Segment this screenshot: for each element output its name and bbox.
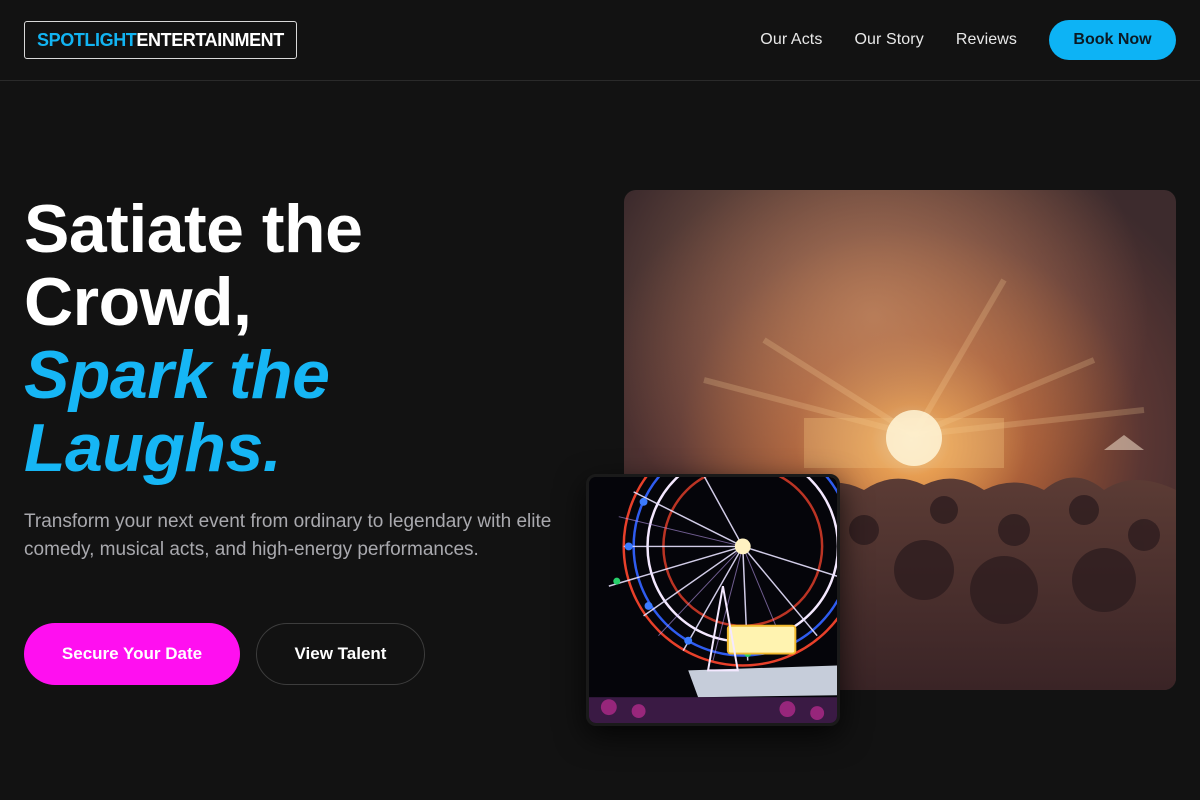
hero-title: Satiate the Crowd, Spark the Laughs.	[24, 191, 363, 486]
nav-link-our-story[interactable]: Our Story	[854, 31, 923, 49]
view-talent-button[interactable]: View Talent	[256, 623, 425, 685]
ferris-wheel-image	[586, 474, 840, 726]
nav-link-reviews[interactable]: Reviews	[956, 31, 1017, 49]
navbar: SPOTLIGHT ENTERTAINMENT Our Acts Our Sto…	[0, 0, 1200, 81]
hero-accent-line-2: Laughs.	[24, 410, 282, 486]
brand-logo[interactable]: SPOTLIGHT ENTERTAINMENT	[24, 21, 297, 59]
book-now-button[interactable]: Book Now	[1049, 20, 1176, 60]
hero-accent-line-1: Spark the	[24, 337, 330, 413]
hero-title-line-2: Crowd,	[24, 264, 252, 340]
hero-subtitle: Transform your next event from ordinary …	[24, 511, 552, 560]
brand-name-rest: ENTERTAINMENT	[136, 29, 284, 50]
hero-title-line-1: Satiate the	[24, 191, 363, 267]
main-nav: Our Acts Our Story Reviews Book Now	[760, 20, 1176, 60]
nav-link-our-acts[interactable]: Our Acts	[760, 31, 822, 49]
brand-name-highlight: SPOTLIGHT	[37, 29, 137, 50]
secure-date-button[interactable]: Secure Your Date	[24, 623, 240, 685]
ferris-wheel-graphic	[589, 477, 837, 723]
